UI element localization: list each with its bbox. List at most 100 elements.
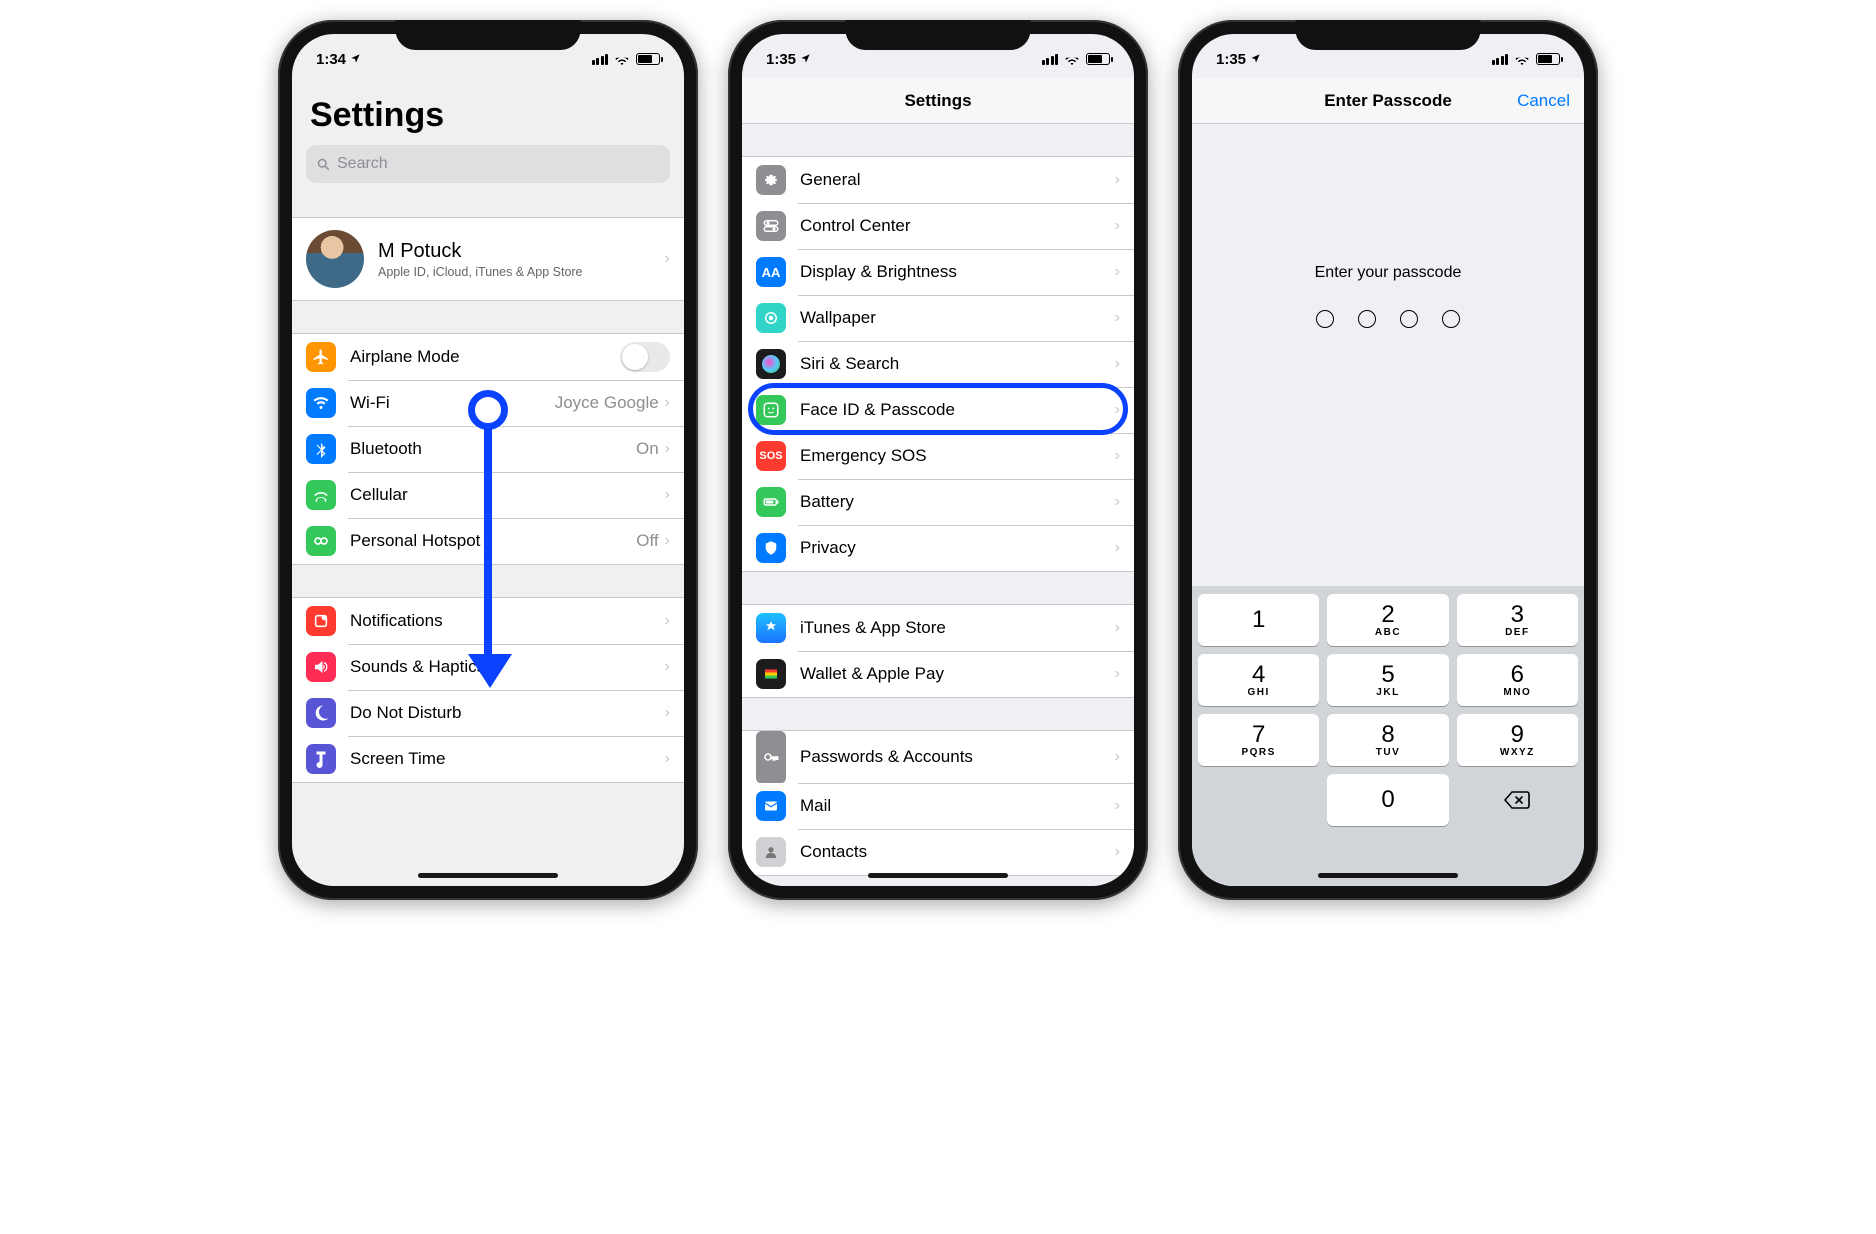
row-mail[interactable]: Mail › — [742, 783, 1134, 829]
row-label: Siri & Search — [800, 354, 1115, 374]
status-time: 1:34 — [316, 51, 346, 68]
hotspot-icon — [306, 526, 336, 556]
row-sounds[interactable]: Sounds & Haptics › — [292, 644, 684, 690]
chevron-right-icon: › — [1115, 309, 1120, 327]
row-cellular[interactable]: Cellular › — [292, 472, 684, 518]
key-blank — [1198, 774, 1319, 826]
avatar — [306, 230, 364, 288]
key-1[interactable]: 1 — [1198, 594, 1319, 646]
row-wifi[interactable]: Wi-Fi Joyce Google › — [292, 380, 684, 426]
row-itunes[interactable]: iTunes & App Store › — [742, 605, 1134, 651]
nav-title: Settings — [904, 91, 971, 111]
battery-icon — [636, 53, 660, 65]
chevron-right-icon: › — [665, 394, 670, 412]
chevron-right-icon: › — [1115, 263, 1120, 281]
key-8[interactable]: 8TUV — [1327, 714, 1448, 766]
key-icon — [756, 731, 786, 783]
row-label: Do Not Disturb — [350, 703, 665, 723]
status-time: 1:35 — [1216, 51, 1246, 68]
row-bluetooth[interactable]: Bluetooth On › — [292, 426, 684, 472]
wifi-icon — [614, 53, 630, 65]
row-airplane-mode[interactable]: Airplane Mode — [292, 334, 684, 380]
row-label: Bluetooth — [350, 439, 636, 459]
bluetooth-icon — [306, 434, 336, 464]
row-label: Airplane Mode — [350, 347, 620, 367]
chevron-right-icon: › — [665, 250, 670, 268]
phone-1: 1:34 Settings Search — [278, 20, 698, 900]
row-emergency-sos[interactable]: SOS Emergency SOS › — [742, 433, 1134, 479]
nav-header: Settings — [742, 78, 1134, 124]
key-3[interactable]: 3DEF — [1457, 594, 1578, 646]
row-notifications[interactable]: Notifications › — [292, 598, 684, 644]
row-label: Contacts — [800, 842, 1115, 862]
chevron-right-icon: › — [1115, 665, 1120, 683]
nav-header: Enter Passcode Cancel — [1192, 78, 1584, 124]
wallpaper-icon — [756, 303, 786, 333]
signal-icon — [1042, 54, 1059, 65]
row-screentime[interactable]: Screen Time › — [292, 736, 684, 782]
row-passwords[interactable]: Passwords & Accounts › — [742, 731, 1134, 783]
row-battery[interactable]: Battery › — [742, 479, 1134, 525]
chevron-right-icon: › — [665, 486, 670, 504]
key-7[interactable]: 7PQRS — [1198, 714, 1319, 766]
cancel-button[interactable]: Cancel — [1517, 91, 1570, 111]
chevron-right-icon: › — [1115, 797, 1120, 815]
wifi-icon — [1514, 53, 1530, 65]
key-backspace[interactable] — [1457, 774, 1578, 826]
home-indicator[interactable] — [868, 873, 1008, 878]
backspace-icon — [1503, 790, 1531, 810]
row-label: Sounds & Haptics — [350, 657, 665, 677]
phone-2: 1:35 Settings General › — [728, 20, 1148, 900]
location-icon — [1250, 51, 1261, 68]
home-indicator[interactable] — [418, 873, 558, 878]
appstore-icon — [756, 613, 786, 643]
row-display[interactable]: AA Display & Brightness › — [742, 249, 1134, 295]
key-9[interactable]: 9WXYZ — [1457, 714, 1578, 766]
display-icon: AA — [756, 257, 786, 287]
chevron-right-icon: › — [1115, 171, 1120, 189]
row-hotspot[interactable]: Personal Hotspot Off › — [292, 518, 684, 564]
row-siri[interactable]: Siri & Search › — [742, 341, 1134, 387]
mail-icon — [756, 791, 786, 821]
privacy-icon — [756, 533, 786, 563]
row-dnd[interactable]: Do Not Disturb › — [292, 690, 684, 736]
airplane-toggle[interactable] — [620, 342, 670, 372]
sos-icon: SOS — [756, 441, 786, 471]
key-2[interactable]: 2ABC — [1327, 594, 1448, 646]
key-4[interactable]: 4GHI — [1198, 654, 1319, 706]
row-contacts[interactable]: Contacts › — [742, 829, 1134, 875]
search-input[interactable]: Search — [306, 145, 670, 183]
notifications-icon — [306, 606, 336, 636]
apple-id-row[interactable]: M Potuck Apple ID, iCloud, iTunes & App … — [292, 218, 684, 300]
row-label: Wallpaper — [800, 308, 1115, 328]
nav-title: Enter Passcode — [1324, 91, 1452, 111]
row-label: Wallet & Apple Pay — [800, 664, 1115, 684]
chevron-right-icon: › — [1115, 447, 1120, 465]
account-name: M Potuck — [378, 240, 665, 263]
key-5[interactable]: 5JKL — [1327, 654, 1448, 706]
number-keypad: 1 2ABC 3DEF 4GHI 5JKL 6MNO 7PQRS 8TUV 9W… — [1192, 586, 1584, 886]
passcode-prompt: Enter your passcode — [1192, 264, 1584, 282]
key-0[interactable]: 0 — [1327, 774, 1448, 826]
chevron-right-icon: › — [665, 658, 670, 676]
key-6[interactable]: 6MNO — [1457, 654, 1578, 706]
notch — [1296, 20, 1481, 50]
chevron-right-icon: › — [665, 704, 670, 722]
row-general[interactable]: General › — [742, 157, 1134, 203]
row-wallet[interactable]: Wallet & Apple Pay › — [742, 651, 1134, 697]
row-face-id[interactable]: Face ID & Passcode › — [742, 387, 1134, 433]
screentime-icon — [306, 744, 336, 774]
row-label: Personal Hotspot — [350, 531, 636, 551]
dnd-icon — [306, 698, 336, 728]
control-center-icon — [756, 211, 786, 241]
row-value: Joyce Google — [555, 393, 659, 413]
row-label: Wi-Fi — [350, 393, 555, 413]
siri-icon — [756, 349, 786, 379]
row-wallpaper[interactable]: Wallpaper › — [742, 295, 1134, 341]
signal-icon — [592, 54, 609, 65]
notch — [396, 20, 581, 50]
home-indicator[interactable] — [1318, 873, 1458, 878]
row-control-center[interactable]: Control Center › — [742, 203, 1134, 249]
battery-icon — [1536, 53, 1560, 65]
row-privacy[interactable]: Privacy › — [742, 525, 1134, 571]
